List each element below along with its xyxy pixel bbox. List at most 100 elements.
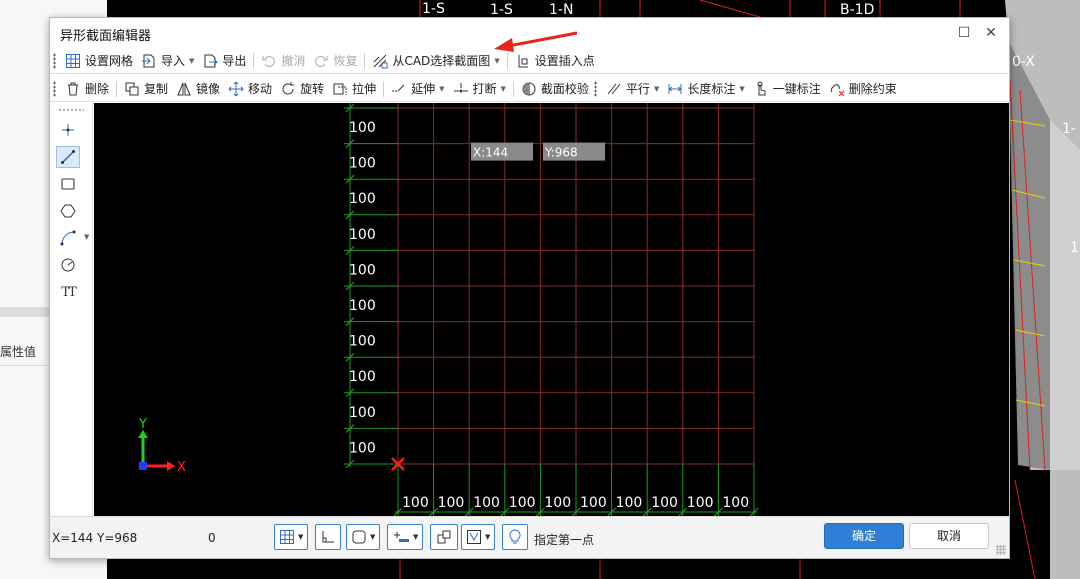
length-dimension-icon [668,83,682,94]
extend-icon [392,84,405,91]
layers-icon [437,530,451,544]
bg-label: 1-S [490,2,513,18]
constraint-icon [467,530,481,544]
mirror-button[interactable]: 镜像 [172,78,224,100]
chevron-down-icon[interactable]: ▼ [494,57,499,65]
length-dimension-button[interactable]: 长度标注 ▼ [663,78,748,100]
bg-label: 1-N [549,2,573,18]
select-from-cad-label: 从CAD选择截面图 [392,54,491,68]
chevron-down-icon[interactable]: ▼ [654,85,659,93]
delete-constraint-icon [830,83,845,96]
toolbar-grip[interactable] [58,109,84,111]
chevron-down-icon[interactable]: ▼ [189,57,194,65]
set-insert-point-button[interactable]: 设置插入点 [511,50,599,72]
section-check-icon [522,82,536,95]
text-tool[interactable]: TT [56,281,80,303]
cad-select-icon [374,54,388,68]
export-button[interactable]: 导出 [198,50,250,72]
circle-tool[interactable] [56,254,80,276]
bg-label: 1 [1070,240,1079,256]
rectangle-icon [61,178,75,190]
move-button[interactable]: 移动 [224,78,276,100]
rotate-label: 旋转 [300,82,325,96]
dialog-titlebar[interactable]: 异形截面编辑器 ☐ ✕ [50,18,1009,48]
grid-snap-toggle[interactable]: ▼ [274,524,309,550]
dimension-display-toggle[interactable]: ▼ [387,524,424,550]
parallel-icon [607,83,621,94]
status-bar: X=144 Y=968 0 ▼ ▼ ▼ ▼ 指定第一点 确定 取消 [50,516,1009,558]
polygon-tool[interactable] [56,200,80,222]
maximize-button[interactable]: ☐ [954,23,974,43]
rectangle-tool[interactable] [56,173,80,195]
chevron-down-icon[interactable]: ▼ [370,533,375,541]
axis-origin-icon [139,462,147,470]
ortho-toggle[interactable] [315,524,341,550]
one-click-dimension-button[interactable]: 一键标注 [749,78,825,100]
redo-button[interactable]: 恢复 [309,50,361,72]
stretch-button[interactable]: 拉伸 [328,78,380,100]
rotate-button[interactable]: 旋转 [276,78,328,100]
copy-button[interactable]: 复制 [120,78,172,100]
row-dimension-label: 100 [349,262,376,278]
toolbar-separator [383,80,385,97]
import-button[interactable]: 导入 ▼ [137,50,198,72]
drawing-canvas[interactable]: 100 100 100 100 100 100 100 100 100 100 100 100 100 1… [94,103,1009,516]
column-dimension-label: 100 [509,495,536,511]
column-dimension-label: 100 [722,495,749,511]
constraint-display-toggle[interactable]: ▼ [461,524,496,550]
dimension-icon [394,532,409,542]
hint-toggle[interactable] [502,524,528,550]
resize-grip[interactable] [996,545,1006,555]
export-icon [204,54,219,67]
chevron-down-icon[interactable]: ▼ [84,233,89,241]
chevron-down-icon[interactable]: ▼ [439,85,444,93]
toolbar-grip[interactable] [53,80,56,97]
point-tool[interactable] [56,119,80,141]
chevron-down-icon[interactable]: ▼ [413,533,418,541]
row-dimension-label: 100 [349,405,376,421]
break-label: 打断 [472,82,497,96]
select-from-cad-button[interactable]: 从CAD选择截面图 ▼ [368,50,503,72]
extend-label: 延伸 [411,82,436,96]
section-check-label: 截面校验 [540,82,589,96]
chevron-down-icon[interactable]: ▼ [298,533,303,541]
column-dimension-label: 100 [651,495,678,511]
section-check-button[interactable]: 截面校验 [517,78,593,100]
main-toolbar: 设置网格 导入 ▼ 导出 撤消 恢复 从CAD选择截面图 ▼ 设置插入点 [50,48,1009,74]
row-dimension-label: 100 [349,369,376,385]
rotate-icon [282,81,295,94]
set-grid-button[interactable]: 设置网格 [61,50,137,72]
cancel-button[interactable]: 取消 [909,523,989,549]
break-button[interactable]: 打断 ▼ [449,78,510,100]
column-dimension-label: 100 [687,495,714,511]
chevron-down-icon[interactable]: ▼ [739,85,744,93]
grid-icon [280,530,294,544]
arc-tool[interactable]: ▼ [56,227,89,249]
object-snap-toggle[interactable]: ▼ [346,524,381,550]
line-tool[interactable] [56,146,80,168]
delete-button[interactable]: 删除 [61,78,113,100]
row-dimension-label: 100 [349,191,376,207]
grid-icon [66,53,80,68]
cursor-coordinates: X=144 Y=968 [52,531,138,545]
set-insert-point-label: 设置插入点 [534,54,595,68]
chevron-down-icon[interactable]: ▼ [485,533,490,541]
chevron-down-icon[interactable]: ▼ [501,85,506,93]
text-icon: TT [61,284,77,300]
toolbar-separator [116,80,118,97]
x-axis-arrowhead [167,461,175,471]
copy-icon [125,82,139,95]
edit-toolbar: 删除 复制 镜像 移动 旋转 拉伸 延伸 ▼ 打断 ▼ 截面校验 平行 ▼ 长度… [50,76,1009,102]
extend-button[interactable]: 延伸 ▼ [387,78,448,100]
column-dimension-label: 100 [616,495,643,511]
one-click-dimension-label: 一键标注 [772,82,821,96]
parallel-button[interactable]: 平行 ▼ [602,78,663,100]
layer-toggle[interactable] [430,524,458,550]
undo-button[interactable]: 撤消 [257,50,309,72]
close-button[interactable]: ✕ [981,23,1001,43]
stretch-label: 拉伸 [352,82,377,96]
toolbar-grip[interactable] [593,80,597,97]
ok-button[interactable]: 确定 [824,523,904,549]
delete-constraint-button[interactable]: 删除约束 [825,78,901,100]
toolbar-grip[interactable] [53,52,56,69]
